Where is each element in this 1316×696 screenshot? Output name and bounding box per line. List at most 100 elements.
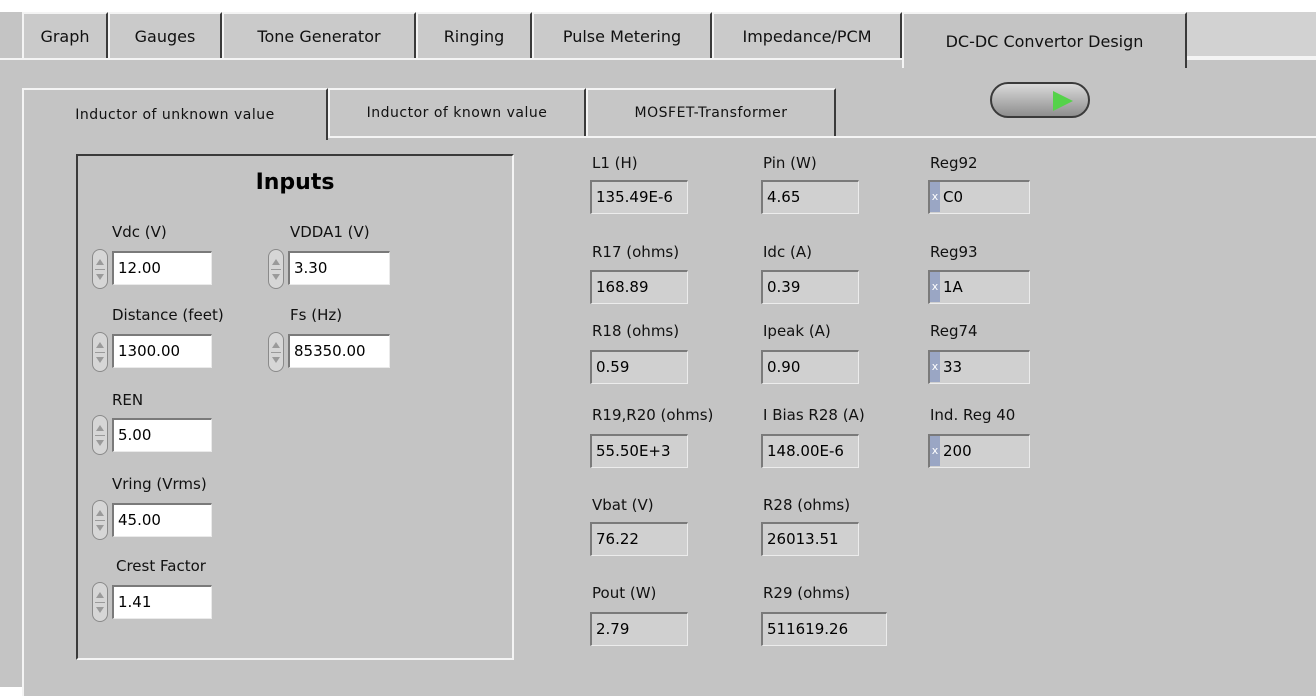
spin-up-icon[interactable]: [96, 510, 104, 516]
spin-up-icon[interactable]: [96, 425, 104, 431]
spin-up-icon[interactable]: [96, 592, 104, 598]
idc-indicator: 0.39: [761, 270, 859, 304]
reg74-indicator: x 33: [928, 350, 1030, 384]
spin-down-icon[interactable]: [96, 525, 104, 531]
l1-indicator: 135.49E-6: [590, 180, 688, 214]
subtab-mosfet-transformer[interactable]: MOSFET-Transformer: [586, 88, 836, 136]
pin-indicator: 4.65: [761, 180, 859, 214]
spin-up-icon[interactable]: [96, 342, 104, 348]
spin-divider: [95, 602, 105, 603]
r28-indicator: 26013.51: [761, 522, 859, 556]
spin-up-icon[interactable]: [272, 342, 280, 348]
distance-input[interactable]: 1300.00: [112, 334, 212, 368]
reg74-label: Reg74: [930, 322, 978, 340]
tab-graph[interactable]: Graph: [22, 12, 108, 58]
r18-indicator: 0.59: [590, 350, 688, 384]
spin-divider: [95, 352, 105, 353]
r19-r20-label: R19,R20 (ohms): [592, 406, 714, 424]
spin-down-icon[interactable]: [272, 274, 280, 280]
spin-divider: [95, 269, 105, 270]
tab-label: Tone Generator: [257, 26, 381, 46]
r19-r20-indicator: 55.50E+3: [590, 434, 688, 468]
spin-up-icon[interactable]: [96, 259, 104, 265]
idc-label: Idc (A): [763, 243, 812, 261]
vdda1-spinner[interactable]: [268, 249, 284, 289]
reg93-indicator: x 1A: [928, 270, 1030, 304]
vring-input[interactable]: 45.00: [112, 503, 212, 537]
ipeak-label: Ipeak (A): [763, 322, 831, 340]
tab-tone-generator[interactable]: Tone Generator: [222, 12, 416, 58]
fs-spinner[interactable]: [268, 332, 284, 372]
subtab-inductor-unknown[interactable]: Inductor of unknown value: [22, 88, 328, 140]
ren-spinner[interactable]: [92, 415, 108, 455]
r28-label: R28 (ohms): [763, 496, 851, 514]
spin-down-icon[interactable]: [96, 357, 104, 363]
spin-up-icon[interactable]: [272, 259, 280, 265]
pout-indicator: 2.79: [590, 612, 688, 646]
ipeak-indicator: 0.90: [761, 350, 859, 384]
app-window: Graph Gauges Tone Generator Ringing Puls…: [0, 0, 1316, 696]
spin-divider: [95, 520, 105, 521]
tab-impedance-pcm[interactable]: Impedance/PCM: [712, 12, 902, 58]
r17-indicator: 168.89: [590, 270, 688, 304]
subtab-label: Inductor of unknown value: [75, 107, 275, 123]
r29-label: R29 (ohms): [763, 584, 851, 602]
r29-indicator: 511619.26: [761, 612, 887, 646]
distance-spinner[interactable]: [92, 332, 108, 372]
ibias-r28-indicator: 148.00E-6: [761, 434, 859, 468]
spin-divider: [271, 269, 281, 270]
vbat-label: Vbat (V): [592, 496, 654, 514]
pin-label: Pin (W): [763, 154, 817, 172]
tab-label: Gauges: [134, 26, 196, 46]
fs-input[interactable]: 85350.00: [288, 334, 390, 368]
vdc-label: Vdc (V): [112, 223, 167, 241]
subtab-label: Inductor of known value: [366, 105, 548, 121]
spin-down-icon[interactable]: [96, 274, 104, 280]
spin-down-icon[interactable]: [96, 607, 104, 613]
subtab-inductor-known[interactable]: Inductor of known value: [328, 88, 586, 136]
reg92-indicator: x C0: [928, 180, 1030, 214]
vdc-spinner[interactable]: [92, 249, 108, 289]
tab-gauges[interactable]: Gauges: [108, 12, 222, 58]
tab-pulse-metering[interactable]: Pulse Metering: [532, 12, 712, 58]
radix-indicator: x: [930, 436, 940, 466]
r17-label: R17 (ohms): [592, 243, 680, 261]
vring-spinner[interactable]: [92, 500, 108, 540]
spin-down-icon[interactable]: [96, 440, 104, 446]
tab-label: Impedance/PCM: [742, 26, 872, 46]
run-button[interactable]: [990, 82, 1090, 118]
crest-factor-label: Crest Factor: [116, 557, 206, 575]
tab-ringing[interactable]: Ringing: [416, 12, 532, 58]
radix-indicator: x: [930, 182, 940, 212]
ind-reg40-value: 200: [943, 442, 972, 460]
tab-dc-dc-convertor-design[interactable]: DC-DC Convertor Design: [902, 12, 1187, 68]
r18-label: R18 (ohms): [592, 322, 680, 340]
spin-divider: [95, 435, 105, 436]
radix-indicator: x: [930, 352, 940, 382]
fs-label: Fs (Hz): [290, 306, 343, 324]
tab-label: Graph: [40, 26, 90, 46]
reg92-label: Reg92: [930, 154, 978, 172]
crest-factor-input[interactable]: 1.41: [112, 585, 212, 619]
spin-down-icon[interactable]: [272, 357, 280, 363]
ren-input[interactable]: 5.00: [112, 418, 212, 452]
reg92-value: C0: [943, 188, 964, 206]
tab-label: Pulse Metering: [562, 26, 682, 46]
inputs-title: Inputs: [255, 170, 335, 195]
l1-label: L1 (H): [592, 154, 638, 172]
tab-strip-filler: [1187, 12, 1316, 58]
vbat-indicator: 76.22: [590, 522, 688, 556]
tab-label: DC-DC Convertor Design: [945, 31, 1144, 51]
ren-label: REN: [112, 391, 144, 409]
vdda1-input[interactable]: 3.30: [288, 251, 390, 285]
vdda1-label: VDDA1 (V): [290, 223, 370, 241]
subtab-label: MOSFET-Transformer: [634, 105, 788, 121]
radix-indicator: x: [930, 272, 940, 302]
reg93-label: Reg93: [930, 243, 978, 261]
vdc-input[interactable]: 12.00: [112, 251, 212, 285]
spin-divider: [271, 352, 281, 353]
crest-factor-spinner[interactable]: [92, 582, 108, 622]
tab-label: Ringing: [443, 26, 505, 46]
ind-reg40-label: Ind. Reg 40: [930, 406, 1016, 424]
ibias-r28-label: I Bias R28 (A): [763, 406, 865, 424]
